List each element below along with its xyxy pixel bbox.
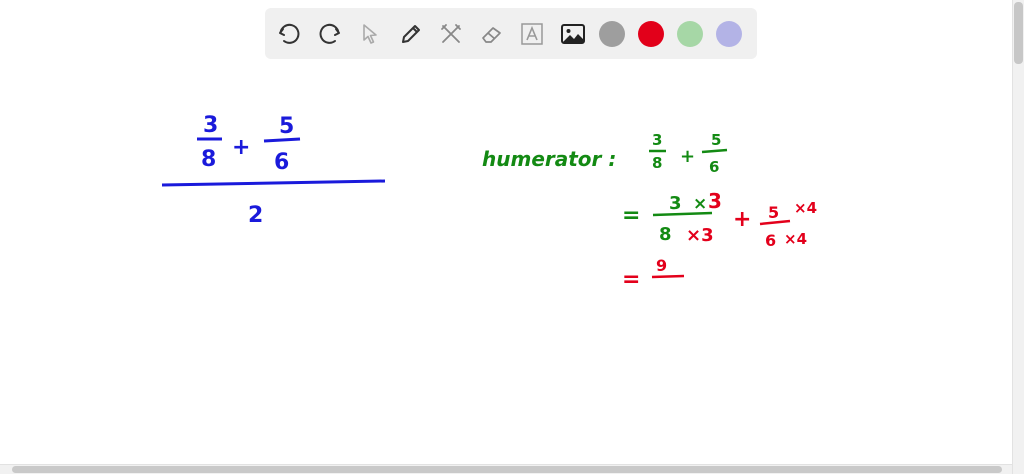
pen-icon xyxy=(401,24,420,43)
tools-icon xyxy=(441,23,461,43)
redo-icon xyxy=(319,23,340,44)
drawing-toolbar xyxy=(265,8,757,59)
right-frac2-numerator: 5 xyxy=(711,131,721,149)
right-work-red: 3 ×3 + 5 ×4 6 ×4 = 9 xyxy=(622,189,817,292)
left-frac2-bar xyxy=(263,137,301,143)
step1-bar xyxy=(652,211,713,217)
step1-numerator-factor: 3 xyxy=(708,189,722,213)
left-frac2-numerator: 5 xyxy=(279,114,294,139)
left-frac1-denominator: 8 xyxy=(201,147,216,172)
numerator-label: humerator : xyxy=(482,147,616,171)
step1-denominator: 8 xyxy=(659,224,672,245)
text-icon xyxy=(521,22,543,45)
equals-sign-2: = xyxy=(622,267,640,292)
image-icon xyxy=(560,23,585,44)
vertical-scrollbar[interactable] xyxy=(1012,0,1024,474)
left-main-fraction-bar xyxy=(161,179,386,187)
tools-button[interactable] xyxy=(437,20,465,48)
image-tool-button[interactable] xyxy=(559,20,587,48)
vertical-scroll-thumb[interactable] xyxy=(1014,2,1023,64)
horizontal-scroll-thumb[interactable] xyxy=(12,466,1002,473)
color-swatch-green[interactable] xyxy=(677,20,703,47)
redo-button[interactable] xyxy=(316,20,344,48)
select-tool-button[interactable] xyxy=(356,20,384,48)
plus-sign-2: + xyxy=(733,207,751,232)
step2-denominator-times: ×4 xyxy=(784,230,807,248)
undo-icon xyxy=(279,23,300,44)
step3-bar xyxy=(651,274,685,279)
left-expression: 3 8 + 5 6 2 xyxy=(161,113,386,228)
step2-denominator: 6 xyxy=(765,231,776,250)
left-frac2-denominator: 6 xyxy=(274,150,289,175)
left-denominator: 2 xyxy=(248,203,263,228)
right-frac2-denominator: 6 xyxy=(709,158,719,176)
right-frac2-bar xyxy=(701,148,728,154)
whiteboard-canvas[interactable]: 3 8 + 5 6 2 humerator : 3 8 + 5 6 = 3 × … xyxy=(0,60,1010,464)
equals-sign-1: = xyxy=(622,203,640,228)
step2-bar xyxy=(759,219,791,226)
step1-denominator-times: ×3 xyxy=(686,225,714,246)
color-swatch-gray[interactable] xyxy=(599,20,625,47)
step1-numerator: 3 xyxy=(669,193,682,214)
color-swatch-purple[interactable] xyxy=(716,20,742,47)
left-plus: + xyxy=(232,135,250,160)
step3-numerator: 9 xyxy=(656,256,667,275)
pointer-icon xyxy=(363,23,377,44)
text-tool-button[interactable] xyxy=(518,20,546,48)
undo-button[interactable] xyxy=(275,20,303,48)
right-plus: + xyxy=(680,146,695,167)
left-frac1-numerator: 3 xyxy=(203,113,218,138)
color-swatch-red[interactable] xyxy=(638,20,664,47)
pen-tool-button[interactable] xyxy=(397,20,425,48)
step2-numerator: 5 xyxy=(768,203,779,222)
horizontal-scrollbar[interactable] xyxy=(0,464,1012,474)
right-frac1-numerator: 3 xyxy=(652,131,662,149)
eraser-tool-button[interactable] xyxy=(478,20,506,48)
right-frac1-denominator: 8 xyxy=(652,154,662,172)
step2-numerator-times: ×4 xyxy=(794,199,817,217)
eraser-icon xyxy=(481,26,501,43)
step1-numerator-times: × xyxy=(693,194,707,214)
